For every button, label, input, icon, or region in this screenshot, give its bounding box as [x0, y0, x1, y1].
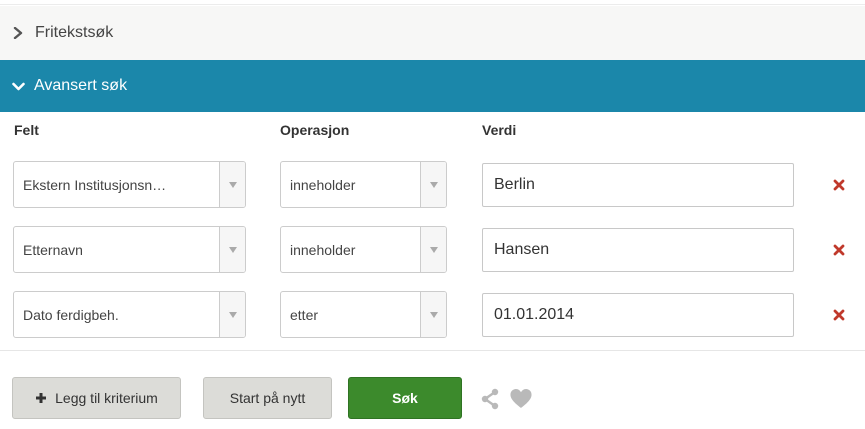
chevron-right-icon	[10, 25, 26, 41]
panel-advanced-search[interactable]: Avansert søk	[0, 60, 865, 112]
caret-down-icon	[219, 227, 245, 272]
column-header-field: Felt	[14, 122, 39, 138]
panel-advanced-search-label: Avansert søk	[34, 77, 128, 94]
field-select[interactable]: Ekstern Institusjonsn…	[13, 161, 246, 208]
remove-x-icon[interactable]	[831, 242, 847, 258]
operation-select-value: etter	[290, 306, 319, 323]
caret-down-icon	[420, 292, 446, 337]
field-select-value: Etternavn	[23, 241, 83, 258]
operation-select[interactable]: etter	[280, 291, 447, 338]
heart-icon[interactable]	[509, 388, 533, 414]
chevron-down-icon	[10, 78, 26, 94]
reset-label: Start på nytt	[229, 390, 306, 406]
field-select[interactable]: Etternavn	[13, 226, 246, 273]
column-header-operation: Operasjon	[280, 122, 350, 138]
operation-select-value: inneholder	[290, 241, 356, 258]
field-select-value: Ekstern Institusjonsn…	[23, 176, 167, 193]
remove-x-icon[interactable]	[831, 307, 847, 323]
remove-x-icon[interactable]	[831, 177, 847, 193]
caret-down-icon	[219, 162, 245, 207]
value-input[interactable]	[482, 163, 794, 207]
panel-free-text-search-label: Fritekstsøk	[35, 24, 114, 41]
column-header-value: Verdi	[482, 122, 517, 138]
operation-select[interactable]: inneholder	[280, 161, 447, 208]
top-rule	[0, 0, 865, 5]
operation-select[interactable]: inneholder	[280, 226, 447, 273]
reset-button[interactable]: Start på nytt	[203, 377, 332, 419]
field-select[interactable]: Dato ferdigbeh.	[13, 291, 246, 338]
actions-divider	[0, 350, 865, 351]
value-input[interactable]	[482, 293, 794, 337]
add-criterion-button[interactable]: Legg til kriterium	[12, 377, 181, 419]
caret-down-icon	[219, 292, 245, 337]
caret-down-icon	[420, 227, 446, 272]
panel-free-text-search[interactable]: Fritekstsøk	[0, 6, 865, 60]
operation-select-value: inneholder	[290, 176, 356, 193]
value-input[interactable]	[482, 228, 794, 272]
caret-down-icon	[420, 162, 446, 207]
add-criterion-label: Legg til kriterium	[55, 390, 158, 406]
search-button[interactable]: Søk	[348, 377, 462, 419]
share-icon[interactable]	[480, 388, 500, 415]
plus-icon	[35, 392, 47, 404]
search-label: Søk	[392, 390, 418, 406]
field-select-value: Dato ferdigbeh.	[23, 306, 119, 323]
